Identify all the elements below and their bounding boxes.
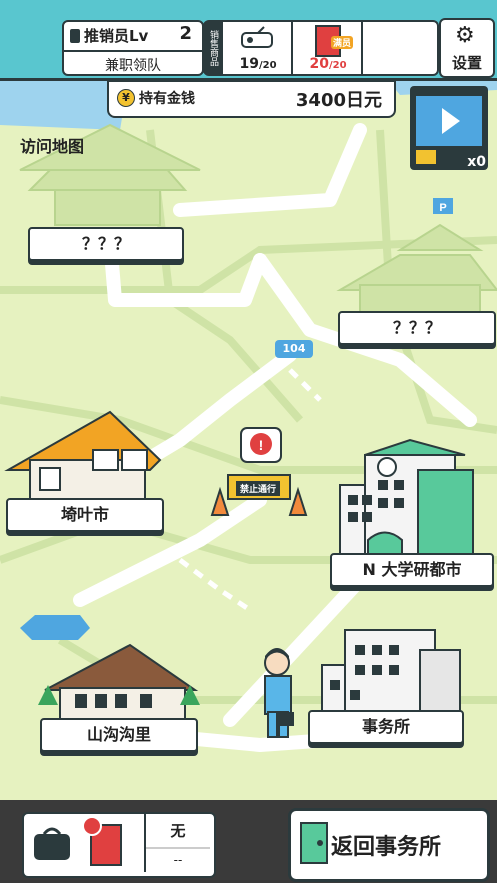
bag-icon — [34, 827, 70, 860]
road-number-sign: 104 — [275, 340, 313, 358]
return-office-button[interactable]: 返回事务所 — [288, 808, 490, 882]
money-label-row: ¥ 持有金钱 — [117, 88, 195, 108]
sales-panel[interactable]: 销售商品 19/20 满员 20/20 — [203, 20, 439, 76]
slot-2-count: 20/20 — [293, 56, 363, 72]
sales-label: 销售商品 — [205, 22, 221, 74]
door-icon — [300, 822, 328, 864]
rank-panel[interactable]: 推销员Lv 2 兼职领队 — [62, 20, 204, 76]
rank-row: 推销员Lv — [70, 25, 148, 46]
place-label: N 大学研都市 — [362, 560, 462, 579]
video-count: x0 — [467, 154, 486, 170]
place-label: 事务所 — [361, 717, 410, 736]
place-label: ？？？ — [81, 234, 130, 253]
sales-slot-3-empty[interactable] — [361, 22, 437, 74]
held-item-slot[interactable]: 无 -- — [144, 814, 210, 872]
svg-text:!: ! — [259, 437, 264, 453]
held-item-name: 无 — [170, 822, 186, 840]
place-label: 埼叶市 — [60, 505, 109, 524]
sales-slot-1[interactable]: 19/20 — [221, 22, 293, 74]
no-entry-mark-icon — [82, 816, 102, 836]
slot-2-current: 20 — [309, 56, 329, 72]
warning-icon: ! — [240, 427, 282, 463]
place-unknown-2[interactable]: ？？？ — [338, 311, 496, 345]
yen-coin-icon: ¥ — [117, 89, 135, 107]
map-title: 访问地图 — [20, 137, 85, 156]
place-unknown-1[interactable]: ？？？ — [28, 227, 184, 261]
money-label: 持有金钱 — [139, 91, 195, 107]
slot-1-max: /20 — [258, 60, 277, 71]
slot-1-count: 19/20 — [223, 56, 293, 72]
roadblock-label: 禁止通行 — [236, 481, 281, 496]
team-name: 兼职领队 — [64, 50, 202, 75]
product-device-icon — [241, 26, 273, 48]
salesman-character-icon — [264, 648, 294, 738]
money-value: 3400日元 — [295, 90, 382, 111]
place-office[interactable]: 事务所 — [308, 710, 464, 744]
money-panel: ¥ 持有金钱 3400日元 — [107, 80, 396, 118]
settings-label: 设置 — [451, 54, 482, 72]
slot-2-max: /20 — [328, 60, 347, 71]
rank-label: 推销员Lv — [84, 27, 149, 45]
gear-icon: ⚙ — [455, 23, 475, 48]
place-label: 山沟沟里 — [86, 725, 151, 744]
rank-level: 2 — [179, 23, 192, 44]
return-office-label: 返回事务所 — [331, 835, 442, 860]
settings-button[interactable]: ⚙ 设置 — [439, 18, 495, 78]
svg-text:P: P — [439, 202, 446, 214]
slot-1-current: 19 — [239, 56, 259, 72]
slot-2-badge: 满员 — [331, 36, 354, 49]
place-n-university[interactable]: N 大学研都市 — [330, 553, 494, 587]
video-ad-button[interactable]: x0 — [408, 84, 490, 172]
place-mountain-village[interactable]: 山沟沟里 — [40, 718, 198, 752]
place-saiyo-city[interactable]: 埼叶市 — [6, 498, 164, 532]
held-item-sub: -- — [146, 847, 210, 867]
clipboard-icon — [70, 28, 80, 43]
place-label: ？？？ — [392, 318, 441, 337]
sales-slot-2[interactable]: 满员 20/20 — [291, 22, 363, 74]
